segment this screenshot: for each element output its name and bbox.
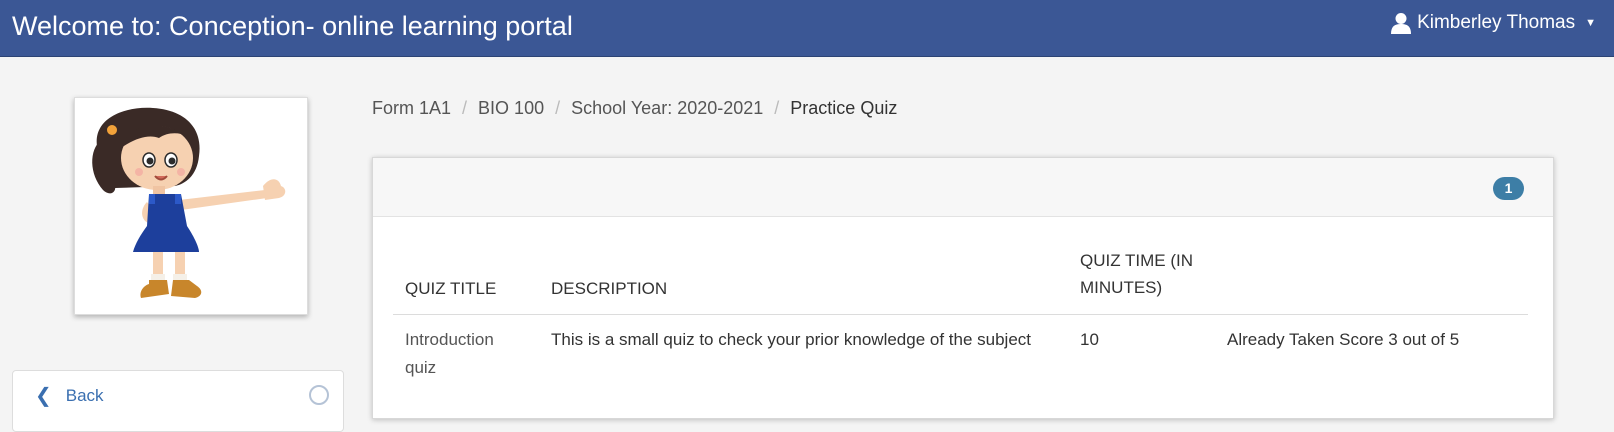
breadcrumb-form[interactable]: Form 1A1 <box>372 98 451 118</box>
chevron-left-icon: ❮ <box>35 385 52 407</box>
user-name: Kimberley Thomas <box>1417 12 1576 33</box>
back-link[interactable]: ❮ Back <box>35 383 104 408</box>
app-title: Welcome to: Conception- online learning … <box>12 11 573 41</box>
column-header-description: DESCRIPTION <box>551 279 668 298</box>
breadcrumb-current: Practice Quiz <box>790 98 898 118</box>
breadcrumb: Form 1A1 / BIO 100 / School Year: 2020-2021 /… <box>372 98 897 119</box>
breadcrumb-separator: / <box>555 98 561 118</box>
profile-picture-card <box>74 97 308 315</box>
quiz-status-cell: Already Taken Score 3 out of 5 <box>1227 330 1460 349</box>
info-icon <box>309 385 329 405</box>
panel-header: 1 <box>373 158 1553 217</box>
breadcrumb-course[interactable]: BIO 100 <box>478 98 544 118</box>
user-icon <box>1390 12 1412 34</box>
quiz-description-cell: This is a small quiz to check your prior… <box>551 330 1032 349</box>
column-header-quiz-title: QUIZ TITLE <box>405 279 497 298</box>
breadcrumb-separator: / <box>774 98 780 118</box>
quiz-time-cell: 10 <box>1080 330 1099 349</box>
breadcrumb-school-year[interactable]: School Year: 2020-2021 <box>571 98 763 118</box>
avatar <box>92 107 286 298</box>
breadcrumb-separator: / <box>462 98 468 118</box>
user-menu-dropdown[interactable]: Kimberley Thomas ▼ <box>1390 12 1596 34</box>
column-header-quiz-time: QUIZ TIME (IN MINUTES) <box>1080 251 1194 297</box>
table-header-divider <box>393 314 1528 315</box>
count-badge: 1 <box>1493 177 1524 200</box>
top-navbar: Welcome to: Conception- online learning … <box>0 0 1614 57</box>
caret-down-icon: ▼ <box>1585 17 1596 29</box>
sidebar-nav: ❮ Back <box>12 370 344 432</box>
quiz-panel: 1 QUIZ TITLE DESCRIPTION QUIZ TIME (IN M… <box>372 157 1554 419</box>
quiz-title-cell[interactable]: Introduction quiz <box>405 326 525 382</box>
